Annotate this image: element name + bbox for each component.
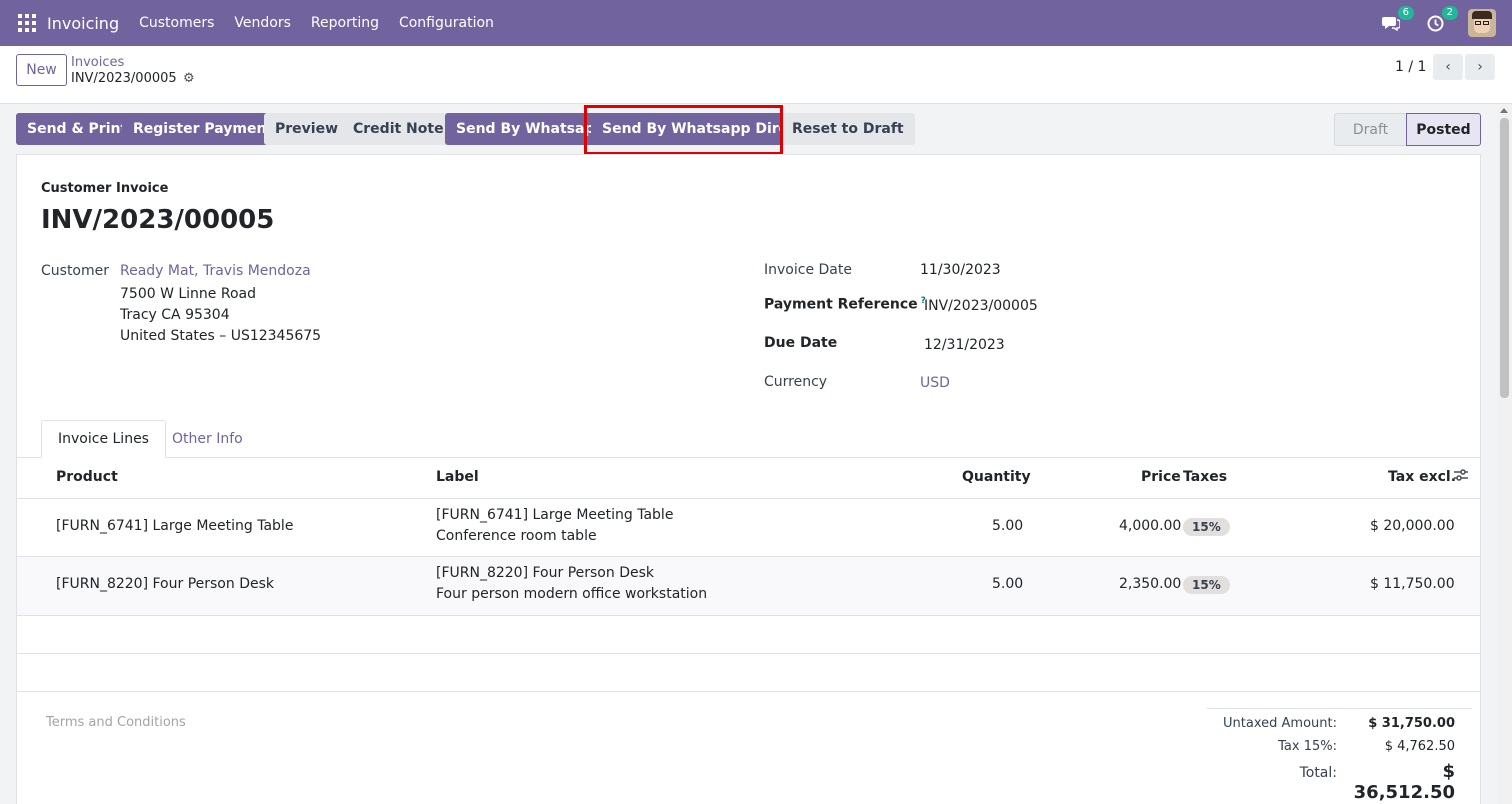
scrollbar-thumb[interactable] [1500, 118, 1509, 398]
column-tax-excl[interactable]: Tax excl. [1388, 469, 1456, 485]
subtotal-cell: $ 20,000.00 [1370, 518, 1455, 534]
new-button[interactable]: New [16, 54, 67, 86]
address-line3: United States – US12345675 [120, 328, 322, 344]
scrollbar[interactable] [1497, 104, 1512, 804]
address-line1: 7500 W Linne Road [120, 286, 257, 302]
app-name[interactable]: Invoicing [47, 14, 119, 33]
document-type: Customer Invoice [41, 181, 169, 196]
activities-badge: 2 [1441, 6, 1458, 20]
label-cell-line1: [FURN_6741] Large Meeting Table [436, 507, 674, 523]
invoice-date-label: Invoice Date [764, 262, 852, 278]
tax-badge: 15% [1183, 518, 1230, 536]
customer-label: Customer [41, 263, 110, 279]
gear-icon[interactable]: ⚙ [183, 71, 195, 86]
price-cell: 2,350.00 [1119, 576, 1182, 592]
pager-value[interactable]: 1 / 1 [1395, 59, 1426, 75]
invoice-date-value[interactable]: 11/30/2023 [920, 262, 1001, 278]
table-row[interactable]: [FURN_8220] Four Person Desk [FURN_8220]… [17, 557, 1480, 616]
menu-customers[interactable]: Customers [139, 15, 214, 31]
terms-conditions-field[interactable]: Terms and Conditions [46, 715, 186, 730]
quantity-cell: 5.00 [992, 576, 1024, 592]
label-cell-line2: Conference room table [436, 528, 597, 544]
tax-value: $ 4,762.50 [1384, 739, 1455, 754]
tab-invoice-lines[interactable]: Invoice Lines [41, 420, 166, 458]
send-whatsapp-button[interactable]: Send By Whatsapp [445, 113, 616, 145]
send-print-button[interactable]: Send & Print [16, 113, 139, 145]
customer-link[interactable]: Ready Mat, Travis Mendoza [120, 263, 311, 279]
menu-configuration[interactable]: Configuration [399, 15, 494, 31]
breadcrumb-invoices[interactable]: Invoices [71, 55, 124, 70]
due-date-label: Due Date [764, 335, 838, 351]
apps-grid-icon[interactable] [18, 14, 36, 32]
price-cell: 4,000.00 [1119, 518, 1182, 534]
empty-row [17, 616, 1480, 654]
pager-previous-button[interactable]: ‹ [1433, 54, 1463, 80]
column-label[interactable]: Label [436, 469, 479, 485]
messages-badge: 6 [1397, 6, 1414, 20]
total-label: Total: [1299, 765, 1337, 781]
status-draft[interactable]: Draft [1334, 113, 1406, 146]
preview-button[interactable]: Preview [264, 113, 350, 145]
column-product[interactable]: Product [56, 469, 118, 485]
top-navbar: Invoicing Customers Vendors Reporting Co… [0, 0, 1512, 46]
control-panel: New Invoices INV/2023/00005 ⚙ 1 / 1 ‹ › [0, 46, 1512, 104]
messages-icon[interactable]: 6 [1380, 6, 1414, 34]
reset-draft-button[interactable]: Reset to Draft [781, 113, 915, 145]
table-row[interactable]: [FURN_6741] Large Meeting Table [FURN_67… [17, 498, 1480, 557]
column-taxes[interactable]: Taxes [1183, 469, 1227, 485]
address-line2: Tracy CA 95304 [120, 307, 230, 323]
user-avatar[interactable] [1468, 9, 1496, 37]
register-payment-button[interactable]: Register Payment [122, 113, 285, 145]
pager-next-button[interactable]: › [1465, 54, 1495, 80]
column-price[interactable]: Price [1141, 469, 1181, 485]
total-value: $ 36,512.50 [1353, 761, 1455, 803]
credit-note-button[interactable]: Credit Note [342, 113, 455, 145]
currency-label: Currency [764, 374, 828, 390]
column-quantity[interactable]: Quantity [962, 469, 1031, 485]
menu-reporting[interactable]: Reporting [311, 15, 379, 31]
quantity-cell: 5.00 [992, 518, 1024, 534]
tax-badge: 15% [1183, 576, 1230, 594]
payment-reference-value[interactable]: INV/2023/00005 [924, 298, 1038, 314]
label-cell-line2: Four person modern office workstation [436, 586, 708, 602]
empty-row [17, 654, 1480, 692]
product-cell[interactable]: [FURN_6741] Large Meeting Table [56, 518, 293, 534]
currency-value[interactable]: USD [920, 375, 950, 391]
product-cell[interactable]: [FURN_8220] Four Person Desk [56, 576, 274, 592]
form-sheet: Customer Invoice INV/2023/00005 Customer… [16, 154, 1481, 804]
payment-reference-label: Payment Reference? [764, 296, 926, 313]
activities-clock-icon[interactable]: 2 [1424, 6, 1458, 34]
tab-other-info[interactable]: Other Info [156, 420, 259, 458]
untaxed-amount-value: $ 31,750.00 [1368, 716, 1455, 731]
optional-columns-icon[interactable] [1454, 469, 1468, 485]
status-bar: Draft Posted [1334, 113, 1481, 146]
status-posted[interactable]: Posted [1406, 113, 1481, 146]
tax-label: Tax 15%: [1278, 739, 1337, 754]
label-cell-line1: [FURN_8220] Four Person Desk [436, 565, 654, 581]
subtotal-cell: $ 11,750.00 [1370, 576, 1455, 592]
untaxed-amount-label: Untaxed Amount: [1223, 716, 1337, 731]
invoice-number: INV/2023/00005 [41, 205, 275, 235]
due-date-value[interactable]: 12/31/2023 [924, 337, 1005, 353]
breadcrumb-current: INV/2023/00005 [71, 71, 177, 86]
menu-vendors[interactable]: Vendors [234, 15, 290, 31]
